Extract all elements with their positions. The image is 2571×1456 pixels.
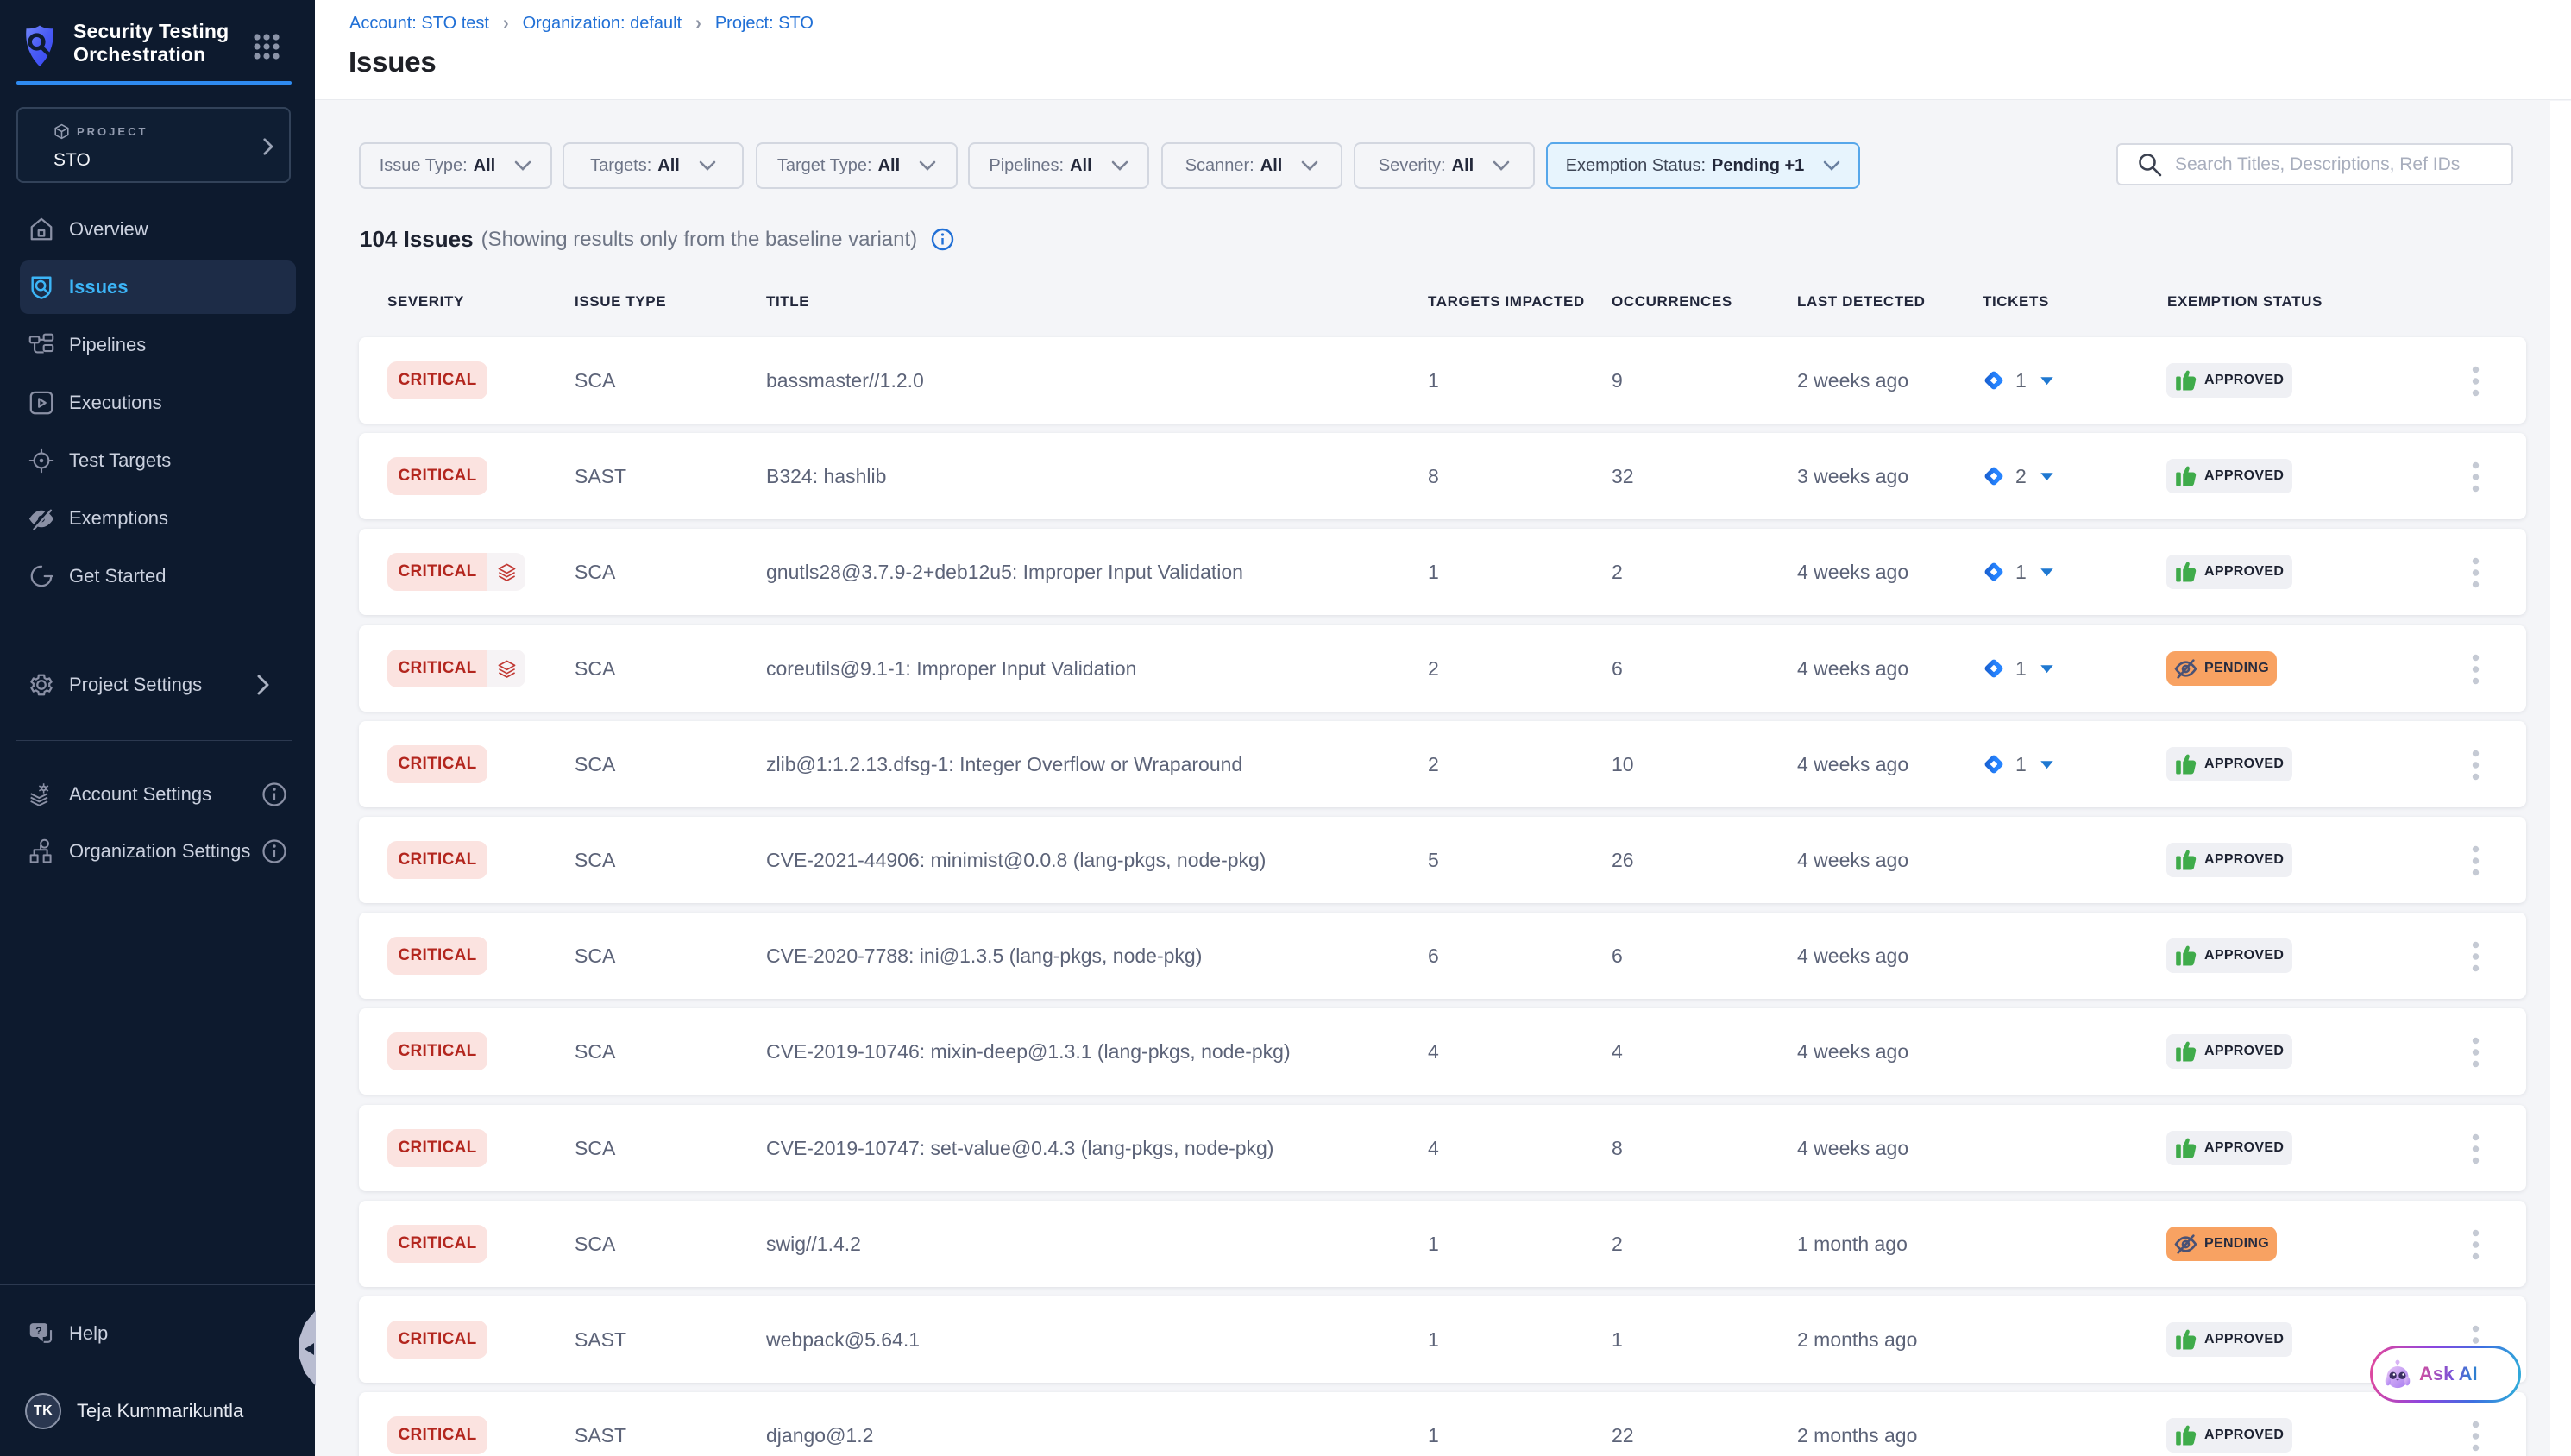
svg-text:?: ? bbox=[35, 1324, 42, 1336]
